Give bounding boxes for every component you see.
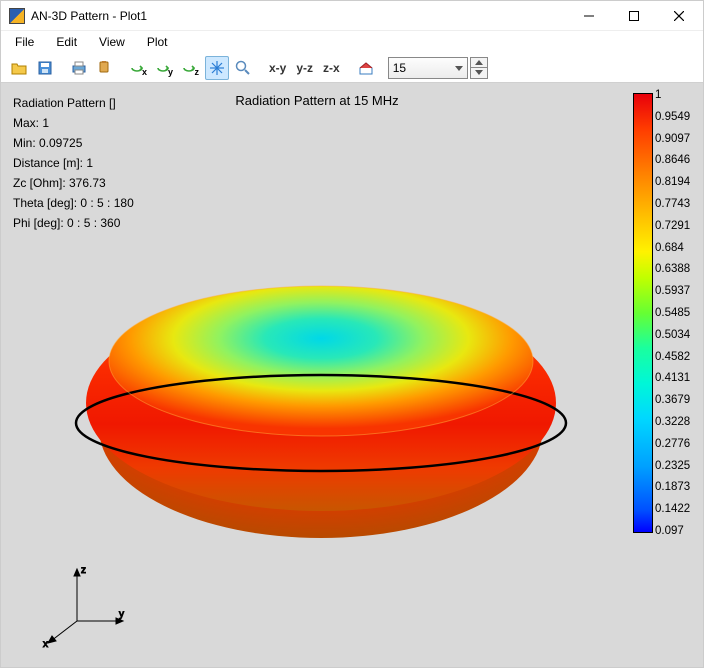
menu-bar: File Edit View Plot (1, 31, 703, 53)
colorbar-tick: 0.4582 (655, 351, 699, 363)
colorbar-tick: 0.2325 (655, 460, 699, 472)
info-line: Min: 0.09725 (13, 133, 134, 153)
colorbar-tick: 0.3228 (655, 416, 699, 428)
colorbar-tick: 0.7291 (655, 220, 699, 232)
info-line: Zc [Ohm]: 376.73 (13, 173, 134, 193)
info-line: Theta [deg]: 0 : 5 : 180 (13, 193, 134, 213)
rotate-free-button[interactable] (205, 56, 229, 80)
colorbar-tick: 0.4131 (655, 372, 699, 384)
axis-z-label: z (195, 67, 200, 77)
colorbar (633, 93, 653, 533)
menu-plot[interactable]: Plot (137, 33, 178, 51)
frequency-spinner[interactable] (470, 57, 488, 79)
plane-zx-button[interactable]: z-x (319, 61, 344, 75)
colorbar-tick: 0.1422 (655, 503, 699, 515)
colorbar-tick: 0.2776 (655, 438, 699, 450)
rotate-x-button[interactable]: x (127, 56, 151, 80)
colorbar-tick: 0.684 (655, 242, 699, 254)
radiation-pattern-surface (71, 273, 571, 553)
frequency-value: 15 (393, 61, 406, 75)
maximize-button[interactable] (611, 2, 656, 30)
spinner-down-icon[interactable] (471, 68, 487, 78)
axis-z-label: z (81, 565, 86, 576)
rotate-z-button[interactable]: z (179, 56, 203, 80)
open-button[interactable] (7, 56, 31, 80)
axis-x-label: x (43, 639, 48, 649)
colorbar-tick: 0.3679 (655, 394, 699, 406)
rotate-y-button[interactable]: y (153, 56, 177, 80)
colorbar-tick: 0.5485 (655, 307, 699, 319)
info-line: Radiation Pattern [] (13, 93, 134, 113)
colorbar-tick: 0.1873 (655, 481, 699, 493)
print-button[interactable] (67, 56, 91, 80)
axis-x-label: x (142, 67, 147, 77)
info-block: Radiation Pattern [] Max: 1 Min: 0.09725… (13, 93, 134, 233)
colorbar-ticks: 1 0.9549 0.9097 0.8646 0.8194 0.7743 0.7… (655, 89, 699, 537)
colorbar-tick: 0.8194 (655, 176, 699, 188)
info-line: Max: 1 (13, 113, 134, 133)
axes-triad: z y x (41, 559, 131, 649)
plane-yz-button[interactable]: y-z (292, 61, 317, 75)
zoom-button[interactable] (231, 56, 255, 80)
colorbar-tick: 0.8646 (655, 154, 699, 166)
info-line: Distance [m]: 1 (13, 153, 134, 173)
toolbar: x y z x-y y-z z-x 15 (1, 53, 703, 83)
axis-y-label: y (119, 609, 124, 620)
colorbar-tick: 0.5034 (655, 329, 699, 341)
window-title: AN-3D Pattern - Plot1 (31, 9, 147, 23)
colorbar-tick: 0.7743 (655, 198, 699, 210)
plot-canvas[interactable]: Radiation Pattern at 15 MHz Radiation Pa… (1, 83, 703, 667)
copy-button[interactable] (93, 56, 117, 80)
save-button[interactable] (33, 56, 57, 80)
colorbar-tick: 0.097 (655, 525, 699, 537)
home-button[interactable] (354, 56, 378, 80)
axis-y-label: y (168, 67, 173, 77)
menu-view[interactable]: View (89, 33, 135, 51)
plane-xy-button[interactable]: x-y (265, 61, 290, 75)
colorbar-tick: 0.9549 (655, 111, 699, 123)
colorbar-tick: 0.5937 (655, 285, 699, 297)
menu-edit[interactable]: Edit (46, 33, 87, 51)
colorbar-tick: 1 (655, 89, 699, 101)
colorbar-tick: 0.9097 (655, 133, 699, 145)
spinner-up-icon[interactable] (471, 58, 487, 69)
info-line: Phi [deg]: 0 : 5 : 360 (13, 213, 134, 233)
menu-file[interactable]: File (5, 33, 44, 51)
title-bar: AN-3D Pattern - Plot1 (1, 1, 703, 31)
minimize-button[interactable] (566, 2, 611, 30)
colorbar-tick: 0.6388 (655, 263, 699, 275)
app-icon (9, 8, 25, 24)
frequency-combo[interactable]: 15 (388, 57, 468, 79)
close-button[interactable] (656, 2, 701, 30)
